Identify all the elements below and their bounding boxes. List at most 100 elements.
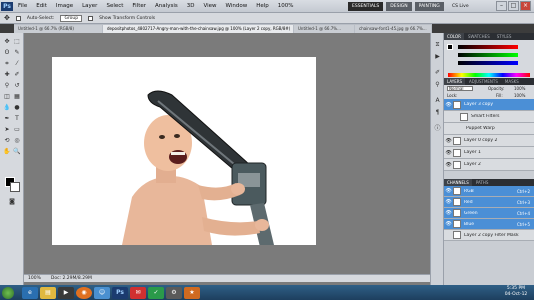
- auto-select-checkbox[interactable]: [15, 15, 21, 21]
- brush-panel-icon[interactable]: ✐: [433, 69, 442, 77]
- layer-row[interactable]: 👁 Layer 1: [444, 147, 534, 159]
- tab-swatches[interactable]: SWATCHES: [465, 33, 493, 40]
- 3d-rotate-tool-icon[interactable]: ⟲: [2, 136, 12, 145]
- eye-icon[interactable]: 👁: [444, 150, 453, 156]
- menu-help[interactable]: Help: [256, 2, 269, 11]
- eyedropper-tool-icon[interactable]: ⁄: [12, 59, 22, 68]
- firefox-icon[interactable]: ◉: [76, 287, 92, 299]
- folder-icon[interactable]: ▤: [40, 287, 56, 299]
- channel-row[interactable]: 👁 Red Ctrl+3: [444, 197, 534, 208]
- actions-panel-icon[interactable]: ▶: [433, 53, 442, 61]
- app-icon-gray[interactable]: ⚙: [166, 287, 182, 299]
- move-tool-icon[interactable]: ✥: [2, 37, 12, 46]
- channel-row[interactable]: 👁 Green Ctrl+4: [444, 208, 534, 219]
- history-brush-tool-icon[interactable]: ↺: [12, 81, 22, 90]
- app-icon-green[interactable]: ✓: [148, 287, 164, 299]
- quick-select-tool-icon[interactable]: ✎: [12, 48, 22, 57]
- workspace-painting-button[interactable]: PAINTING: [414, 2, 444, 11]
- paragraph-panel-icon[interactable]: ¶: [433, 109, 442, 117]
- layer-row[interactable]: 👁 Layer 2: [444, 159, 534, 171]
- tab-styles[interactable]: STYLES: [494, 33, 515, 40]
- brush-tool-icon[interactable]: ✐: [12, 70, 22, 79]
- layer-row[interactable]: Smart Filters: [444, 111, 534, 123]
- path-select-tool-icon[interactable]: ➤: [2, 125, 12, 134]
- type-tool-icon[interactable]: T: [12, 114, 22, 123]
- shape-tool-icon[interactable]: ▭: [12, 125, 22, 134]
- ie-icon[interactable]: e: [22, 287, 38, 299]
- pen-tool-icon[interactable]: ✒: [2, 114, 12, 123]
- auto-select-dropdown[interactable]: Group: [60, 14, 83, 22]
- background-color-swatch[interactable]: [10, 182, 20, 192]
- marquee-tool-icon[interactable]: ⬚: [12, 37, 22, 46]
- crop-tool-icon[interactable]: ⌗: [2, 59, 12, 68]
- start-button-icon[interactable]: [2, 287, 14, 299]
- system-clock[interactable]: 5:35 PM 04-Oct-12: [500, 286, 532, 298]
- character-panel-icon[interactable]: A: [433, 97, 442, 105]
- eye-icon[interactable]: 👁: [444, 138, 453, 144]
- blue-slider[interactable]: [458, 61, 518, 65]
- green-slider[interactable]: [458, 53, 518, 57]
- messenger-icon[interactable]: ☺: [94, 287, 110, 299]
- tab-adjustments[interactable]: ADJUSTMENTS: [466, 78, 501, 85]
- layer-row[interactable]: 👁 Layer 3 copy: [444, 99, 534, 111]
- menu-filter[interactable]: Filter: [132, 2, 146, 11]
- app-icon-orange[interactable]: ★: [184, 287, 200, 299]
- layer-row[interactable]: 👁 Layer 0 copy 2: [444, 135, 534, 147]
- app-icon-red[interactable]: ✉: [130, 287, 146, 299]
- tab-untitled-2[interactable]: Untitled-1 @ 66.7%...: [294, 25, 354, 33]
- tab-channels[interactable]: CHANNELS: [444, 179, 472, 186]
- close-icon[interactable]: ×: [520, 1, 531, 11]
- workspace-essentials-button[interactable]: ESSENTIALS: [348, 2, 384, 11]
- lasso-tool-icon[interactable]: ʘ: [2, 48, 12, 57]
- channel-row[interactable]: 👁 Blue Ctrl+5: [444, 219, 534, 230]
- channel-row[interactable]: 👁 RGB Ctrl+2: [444, 186, 534, 197]
- healing-tool-icon[interactable]: ✚: [2, 70, 12, 79]
- eye-icon[interactable]: 👁: [444, 210, 453, 216]
- menu-image[interactable]: Image: [56, 2, 73, 11]
- menu-file[interactable]: File: [18, 2, 27, 11]
- fill-value[interactable]: 100%: [514, 93, 525, 98]
- canvas-area[interactable]: [24, 33, 430, 285]
- photoshop-taskbar-icon[interactable]: Ps: [112, 287, 128, 299]
- eye-icon[interactable]: 👁: [444, 162, 453, 168]
- blur-tool-icon[interactable]: 💧: [2, 103, 12, 112]
- quick-mask-icon[interactable]: ◙: [7, 197, 17, 206]
- eye-icon[interactable]: 👁: [444, 188, 453, 194]
- menu-select[interactable]: Select: [106, 2, 123, 11]
- eye-icon[interactable]: 👁: [444, 102, 453, 108]
- move-tool-icon[interactable]: ✥: [4, 14, 10, 22]
- eraser-tool-icon[interactable]: ◫: [2, 92, 12, 101]
- tab-masks[interactable]: MASKS: [502, 78, 522, 85]
- tab-layers[interactable]: LAYERS: [444, 78, 466, 85]
- info-panel-icon[interactable]: ⓘ: [433, 125, 442, 133]
- red-slider[interactable]: [458, 45, 518, 49]
- opacity-value[interactable]: 100%: [514, 86, 525, 91]
- layer-row[interactable]: Puppet Warp: [444, 123, 534, 135]
- hand-tool-icon[interactable]: ✋: [2, 147, 12, 156]
- zoom-dropdown[interactable]: 100%: [278, 2, 294, 11]
- blend-mode-dropdown[interactable]: Normal: [447, 86, 473, 91]
- channel-row[interactable]: Layer 2 copy Filter Mask: [444, 230, 534, 241]
- gradient-tool-icon[interactable]: ▦: [12, 92, 22, 101]
- media-player-icon[interactable]: ▶: [58, 287, 74, 299]
- menu-3d[interactable]: 3D: [187, 2, 195, 11]
- maximize-icon[interactable]: □: [508, 1, 519, 11]
- menu-edit[interactable]: Edit: [36, 2, 47, 11]
- tab-untitled-1[interactable]: Untitled-1 @ 66.7% (RGB/8): [14, 25, 102, 33]
- dodge-tool-icon[interactable]: ●: [12, 103, 22, 112]
- history-panel-icon[interactable]: ⧖: [433, 41, 442, 49]
- menu-layer[interactable]: Layer: [82, 2, 97, 11]
- show-transform-checkbox[interactable]: [88, 15, 94, 21]
- tab-chainsaw-photo[interactable]: depositphotos_4802717-Angry-man-with-the…: [103, 25, 293, 33]
- menu-analysis[interactable]: Analysis: [155, 2, 178, 11]
- clone-stamp-tool-icon[interactable]: ⚲: [2, 81, 12, 90]
- tab-chainsaw-font[interactable]: chainsaw-font1-45.jpg @ 66.7%...: [355, 25, 431, 33]
- cs-live-button[interactable]: CS Live: [452, 2, 469, 11]
- zoom-tool-icon[interactable]: 🔍: [12, 147, 22, 156]
- menu-view[interactable]: View: [203, 2, 216, 11]
- workspace-design-button[interactable]: DESIGN: [386, 2, 412, 11]
- eye-icon[interactable]: 👁: [444, 199, 453, 205]
- status-zoom[interactable]: 100%: [28, 275, 41, 282]
- tab-paths[interactable]: PATHS: [473, 179, 492, 186]
- color-fg-swatch[interactable]: [447, 44, 453, 50]
